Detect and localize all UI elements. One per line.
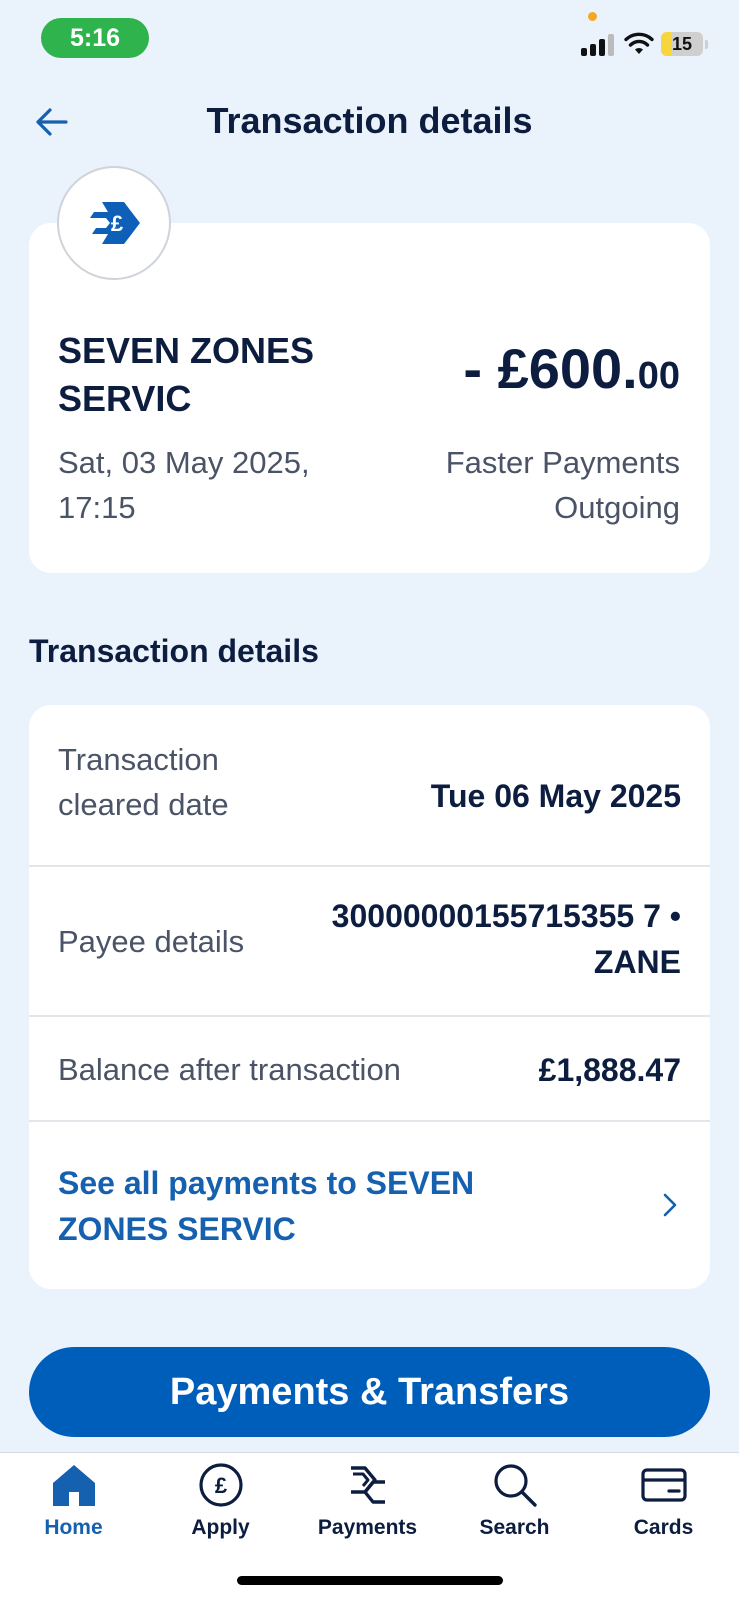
section-title: Transaction details [29,633,319,669]
nav-search[interactable]: Search [441,1453,588,1563]
faster-payment-pound-icon: £ [90,202,140,244]
wifi-icon [624,32,654,54]
merchant-name: SEVEN ZONES SERVIC [58,330,315,419]
nav-home[interactable]: Home [0,1453,147,1563]
battery-tip [705,40,708,49]
transaction-details-card: Transaction cleared date Tue 06 May 2025… [29,705,710,1289]
detail-row-balance: Balance after transaction £1,888.47 [29,1017,710,1122]
nav-apply[interactable]: £ Apply [147,1453,294,1563]
amount-main: - £600. [463,337,638,400]
nav-label: Search [479,1516,550,1539]
privacy-indicator-dot [588,12,597,21]
cellular-signal-icon [581,34,615,56]
chevron-right-icon [663,1193,677,1217]
detail-row-payee: Payee details 30000000155715355 7 • ZANE [29,867,710,1017]
detail-label: Balance after transaction [58,1052,401,1087]
see-all-payments-link[interactable]: See all payments to SEVEN ZONES SERVIC [29,1122,710,1289]
pound-circle-icon: £ [198,1463,243,1507]
nav-cards[interactable]: Cards [590,1453,737,1563]
battery-level: 15 [671,34,693,54]
home-indicator [237,1576,503,1585]
status-time: 5:16 [41,18,149,58]
transaction-amount: - £600.00 [463,336,680,401]
see-all-payments-text: See all payments to SEVEN ZONES SERVIC [58,1165,475,1247]
nav-label: Payments [317,1516,418,1539]
payments-arrows-icon [350,1466,385,1504]
payments-transfers-button[interactable]: Payments & Transfers [29,1347,710,1437]
nav-payments[interactable]: Payments [294,1453,441,1563]
home-icon [52,1465,95,1506]
amount-cents: 00 [637,355,680,397]
search-icon [493,1464,537,1507]
detail-value: 30000000155715355 7 • ZANE [331,898,681,980]
nav-label: Home [44,1516,103,1539]
page-title: Transaction details [206,100,533,141]
payment-type: Faster Payments Outgoing [445,445,680,525]
battery-icon: 15 [661,32,703,56]
detail-value: Tue 06 May 2025 [430,778,681,814]
merchant-icon-badge: £ [57,166,171,280]
detail-row-cleared-date: Transaction cleared date Tue 06 May 2025 [29,705,710,867]
nav-label: Apply [191,1516,250,1539]
detail-label: Transaction cleared date [58,742,229,822]
svg-text:£: £ [214,1473,227,1498]
svg-text:£: £ [111,211,124,236]
detail-label: Payee details [58,924,245,959]
detail-value: £1,888.47 [538,1052,681,1088]
transaction-date: Sat, 03 May 2025, 17:15 [58,445,310,525]
card-icon [640,1468,687,1502]
status-bar: 5:16 15 [0,0,739,80]
nav-label: Cards [633,1516,694,1539]
